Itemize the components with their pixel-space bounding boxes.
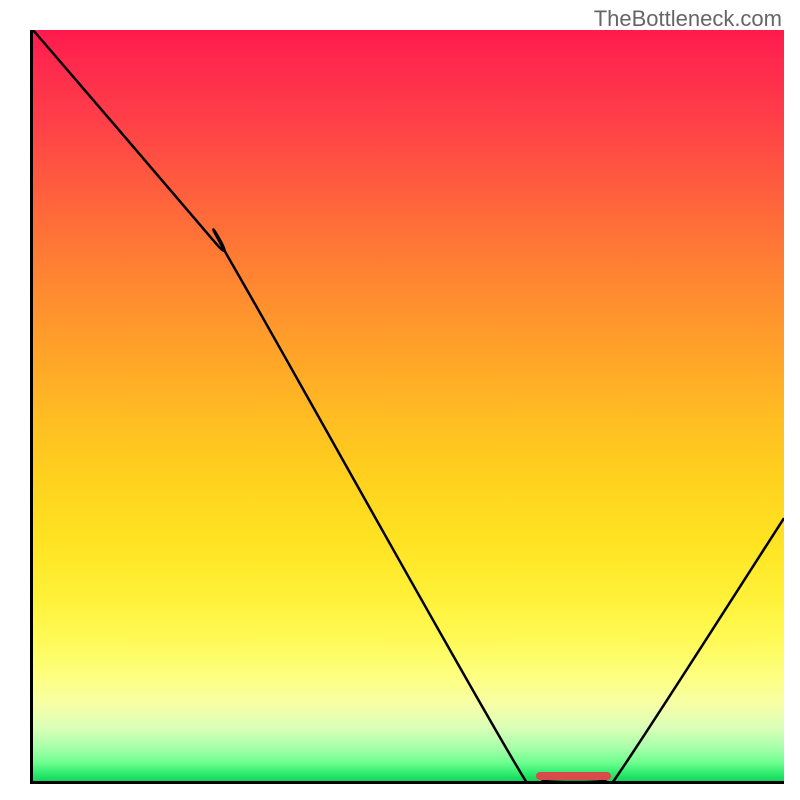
optimal-range-marker [536,772,611,780]
chart-plot-area [30,30,784,784]
watermark-text: TheBottleneck.com [594,6,782,32]
bottleneck-curve [33,30,784,781]
